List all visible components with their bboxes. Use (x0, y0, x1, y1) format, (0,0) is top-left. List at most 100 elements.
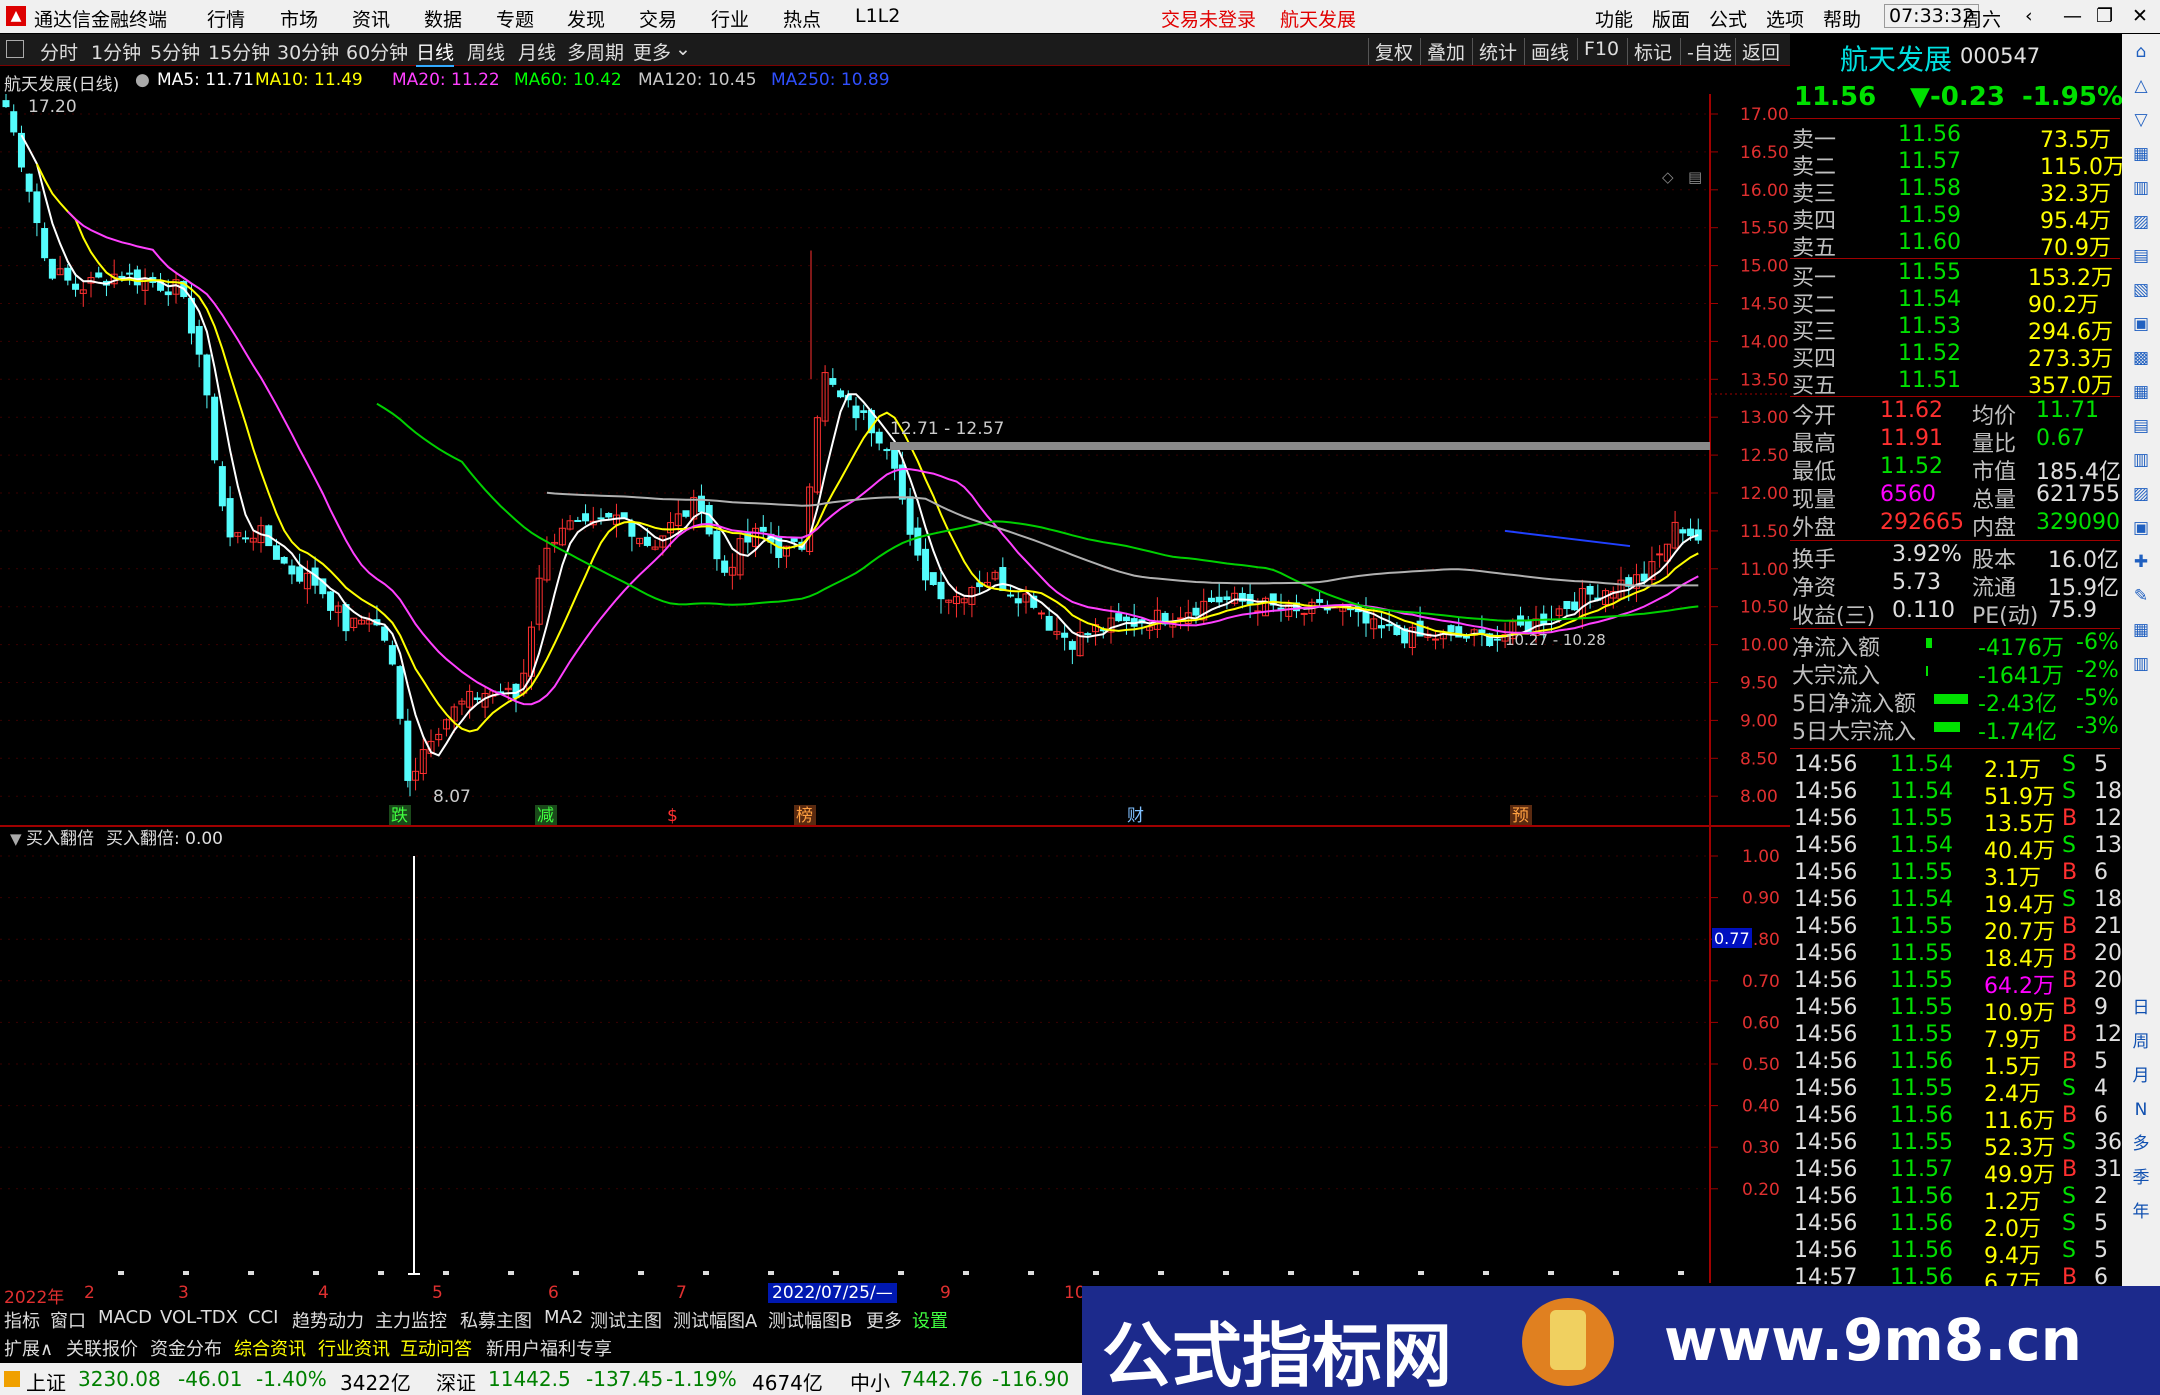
sidebar-tool-icon[interactable]: ▨ (2127, 480, 2155, 508)
menu-item[interactable]: 数据 (424, 5, 462, 32)
menu-item[interactable]: 功能 (1595, 5, 1633, 32)
ask-row[interactable]: 卖三 11.58 32.3万 (1790, 176, 2120, 207)
toolbar-btn[interactable]: 返回 (1735, 38, 1780, 65)
menu-item[interactable]: 专题 (496, 5, 534, 32)
indicator-tab[interactable]: 测试幅图B (768, 1307, 852, 1333)
period-tab[interactable]: 多周期 (567, 38, 624, 65)
event-marker[interactable]: 榜 (796, 806, 813, 826)
event-marker[interactable]: 跌 (391, 806, 408, 826)
tick-row[interactable]: 14:56 11.55 18.4万 B 20 (1790, 941, 2122, 972)
tick-row[interactable]: 14:56 11.55 2.4万 S 4 (1790, 1076, 2120, 1107)
event-marker[interactable]: 减 (537, 806, 554, 826)
collapse-icon[interactable]: ▼ (10, 830, 22, 848)
sidebar-tool-icon[interactable]: ▩ (2127, 344, 2155, 372)
sidebar-tool-icon[interactable]: ▦ (2127, 378, 2155, 406)
sidebar-tool-icon[interactable]: ▤ (2127, 412, 2155, 440)
sidebar-tool-icon[interactable]: ▥ (2127, 174, 2155, 202)
menu-item[interactable]: 资讯 (352, 5, 390, 32)
tick-row[interactable]: 14:56 11.55 20.7万 B 21 (1790, 914, 2122, 945)
login-status[interactable]: 交易未登录 (1161, 5, 1256, 32)
sidebar-tool-icon[interactable]: ✚ (2127, 548, 2155, 576)
minimize-icon[interactable]: — (2063, 5, 2082, 27)
indicator-tab[interactable]: 主力监控 (375, 1307, 447, 1333)
tick-row[interactable]: 14:56 11.57 49.9万 B 31 (1790, 1157, 2122, 1188)
sidebar-tool-icon[interactable]: ▥ (2127, 650, 2155, 678)
indicator-tab[interactable]: CCI (248, 1307, 278, 1328)
extension-tab[interactable]: 扩展∧ (4, 1335, 53, 1361)
menu-item[interactable]: L1L2 (855, 5, 900, 27)
panel-icon[interactable]: ▤ (1688, 168, 1702, 186)
tick-row[interactable]: 14:56 11.55 10.9万 B 9 (1790, 995, 2120, 1026)
toolbar-btn[interactable]: F10 (1577, 38, 1619, 60)
extension-tab[interactable]: 互动问答 (400, 1335, 472, 1361)
sidebar-period-button[interactable]: 周 (2127, 1028, 2155, 1056)
sidebar-period-button[interactable]: 日 (2127, 994, 2155, 1022)
menu-item[interactable]: 交易 (639, 5, 677, 32)
stat-row[interactable]: 现量 6560 总量 621755 (1790, 482, 2120, 513)
period-tab[interactable]: 15分钟 (208, 38, 270, 65)
settings-icon[interactable]: ● (135, 70, 150, 90)
tick-row[interactable]: 14:56 11.56 1.5万 B 5 (1790, 1049, 2120, 1080)
sidebar-tool-icon[interactable]: ⌂ (2127, 38, 2155, 66)
period-tab[interactable]: 30分钟 (277, 38, 339, 65)
event-marker[interactable]: 财 (1127, 806, 1144, 826)
close-icon[interactable]: ✕ (2132, 5, 2148, 27)
menu-item[interactable]: 行情 (207, 5, 245, 32)
back-icon[interactable]: ‹ (2025, 5, 2033, 27)
indicator-tab[interactable]: 趋势动力 (292, 1307, 364, 1333)
chevron-down-icon[interactable]: ⌄ (675, 38, 691, 60)
tick-row[interactable]: 14:56 11.56 1.2万 S 2 (1790, 1184, 2120, 1215)
period-tab-active[interactable]: 日线 (416, 38, 455, 67)
bid-row[interactable]: 买五 11.51 357.0万 (1790, 368, 2120, 399)
sidebar-tool-icon[interactable]: △ (2127, 72, 2155, 100)
ask-row[interactable]: 卖一 11.56 73.5万 (1790, 122, 2120, 153)
ask-row[interactable]: 卖四 11.59 95.4万 (1790, 203, 2120, 234)
stat-row[interactable]: 最低 11.52 市值 185.4亿 (1790, 454, 2121, 485)
menu-item[interactable]: 行业 (711, 5, 749, 32)
stat-row[interactable]: 外盘 292665 内盘 329090 (1790, 510, 2120, 541)
indicator-tab[interactable]: 指标 (4, 1307, 40, 1333)
period-tab[interactable]: 1分钟 (91, 38, 141, 65)
period-tab[interactable]: 60分钟 (346, 38, 408, 65)
indicator-tab[interactable]: VOL-TDX (160, 1307, 238, 1328)
tick-row[interactable]: 14:56 11.55 3.1万 B 6 (1790, 860, 2120, 891)
sidebar-tool-icon[interactable]: ▧ (2127, 276, 2155, 304)
flow-row[interactable]: 净流入额 -4176万 -6% (1790, 630, 2120, 661)
sidebar-period-button[interactable]: 年 (2127, 1198, 2155, 1226)
stat-row[interactable]: 换手 3.92% 股本 16.0亿 (1790, 542, 2120, 573)
menu-item[interactable]: 版面 (1652, 5, 1690, 32)
tick-row[interactable]: 14:56 11.56 11.6万 B 6 (1790, 1103, 2120, 1134)
indicator-tab[interactable]: 设置 (912, 1307, 948, 1333)
event-marker[interactable]: $ (667, 806, 678, 826)
menu-item[interactable]: 公式 (1709, 5, 1747, 32)
period-tab[interactable]: 月线 (518, 38, 556, 65)
tick-row[interactable]: 14:56 11.54 40.4万 S 13 (1790, 833, 2122, 864)
toolbar-btn[interactable]: -自选 (1680, 38, 1732, 65)
ask-row[interactable]: 卖五 11.60 70.9万 (1790, 230, 2120, 261)
sidebar-tool-icon[interactable]: ▦ (2127, 140, 2155, 168)
flow-row[interactable]: 大宗流入 -1641万 -2% (1790, 658, 2120, 689)
tick-row[interactable]: 14:56 11.56 9.4万 S 5 (1790, 1238, 2120, 1269)
sidebar-tool-icon[interactable]: ✎ (2127, 582, 2155, 610)
sidebar-tool-icon[interactable]: ▽ (2127, 106, 2155, 134)
toolbar-btn[interactable]: 复权 (1368, 38, 1413, 65)
toolbar-btn[interactable]: 标记 (1627, 38, 1672, 65)
more-periods[interactable]: 更多 (633, 38, 671, 65)
toolbar-btn[interactable]: 画线 (1524, 38, 1569, 65)
sidebar-period-button[interactable]: 多 (2127, 1130, 2155, 1158)
menu-item[interactable]: 发现 (567, 5, 605, 32)
indicator-tab[interactable]: 窗口 (50, 1307, 86, 1333)
sidebar-period-button[interactable]: 季 (2127, 1164, 2155, 1192)
layout-toggle-icon[interactable] (6, 40, 24, 58)
tick-row[interactable]: 14:56 11.55 52.3万 S 36 (1790, 1130, 2122, 1161)
stat-row[interactable]: 净资 5.73 流通 15.9亿 (1790, 570, 2120, 601)
menu-item[interactable]: 热点 (783, 5, 821, 32)
extension-tab[interactable]: 行业资讯 (318, 1335, 390, 1361)
bid-row[interactable]: 买三 11.53 294.6万 (1790, 314, 2120, 345)
toolbar-btn[interactable]: 统计 (1472, 38, 1517, 65)
indicator-tab[interactable]: 私募主图 (460, 1307, 532, 1333)
stat-row[interactable]: 最高 11.91 量比 0.67 (1790, 426, 2120, 457)
indicator-tab[interactable]: MA2 (544, 1307, 583, 1328)
sidebar-period-button[interactable]: 月 (2127, 1062, 2155, 1090)
kline-chart[interactable]: 17.00 16.50 16.00 15.50 15.00 14.50 14.00 13.50… (0, 94, 1790, 1283)
